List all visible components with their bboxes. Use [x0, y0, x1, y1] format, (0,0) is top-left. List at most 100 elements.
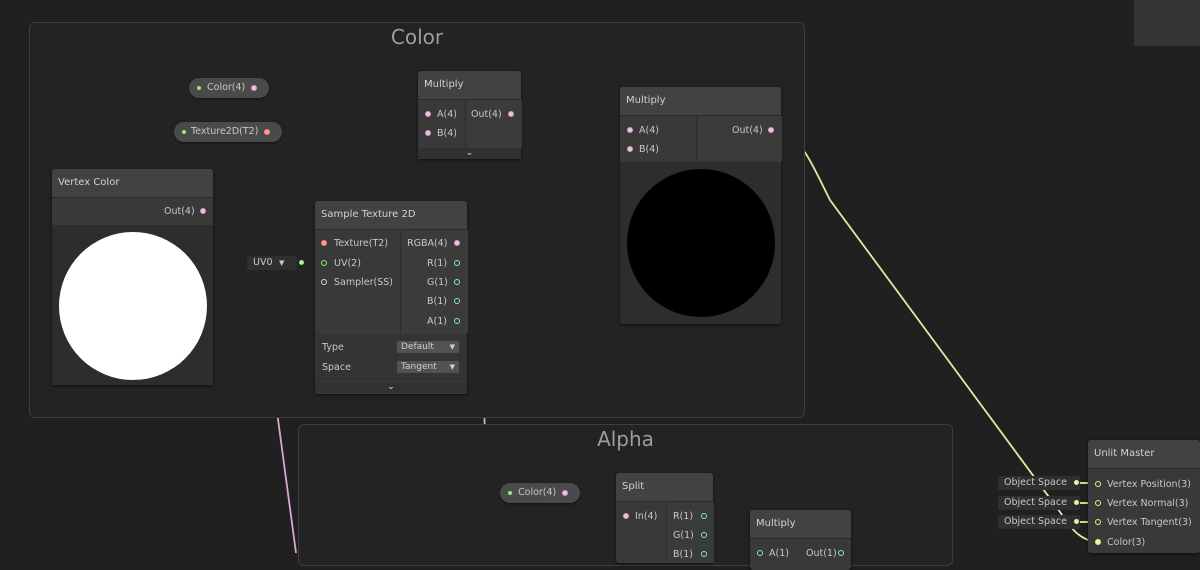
slot3-out-port[interactable]: [1074, 519, 1079, 524]
property-indicator: [197, 86, 201, 90]
multiply3-in-a-port[interactable]: [757, 550, 763, 556]
multiply2-out-label: Out(4): [732, 125, 763, 136]
uv-in-port[interactable]: [321, 260, 327, 266]
group-alpha-title: Alpha: [597, 427, 654, 451]
split-r-label: R(1): [673, 511, 694, 522]
vertex-tangent-space-slot[interactable]: Object Space: [998, 515, 1080, 529]
rgba-out-label: RGBA(4): [407, 238, 448, 249]
multiply1-expand-toggle[interactable]: ⌄: [418, 148, 521, 159]
sample-texture-2d-node[interactable]: Sample Texture 2D Texture(T2) UV(2) Samp…: [315, 201, 468, 394]
space-label: Space: [322, 362, 351, 373]
multiply1-in-a-port[interactable]: [425, 111, 431, 117]
multiply1-out-port[interactable]: [508, 111, 514, 117]
multiply2-in-a-port[interactable]: [627, 127, 633, 133]
property-indicator: [508, 491, 512, 495]
color-alpha-property-node[interactable]: Color(4): [500, 483, 580, 503]
multiply3-out-label: Out(1): [806, 548, 837, 559]
color-in-label: Color(3): [1107, 537, 1146, 548]
vertex-position-space-value: Object Space: [1004, 477, 1067, 488]
slot1-out-port[interactable]: [1074, 480, 1079, 485]
vertex-normal-space-value: Object Space: [1004, 497, 1067, 508]
vertex-position-label: Vertex Position(3): [1107, 479, 1192, 490]
vertex-color-out-port[interactable]: [200, 208, 206, 214]
split-b-label: B(1): [673, 549, 693, 560]
vertex-color-title: Vertex Color: [52, 169, 213, 198]
a-out-port[interactable]: [454, 318, 460, 324]
property-indicator: [182, 130, 186, 134]
split-g-port[interactable]: [701, 532, 707, 538]
chevron-down-icon: ▼: [449, 363, 455, 371]
split-node[interactable]: Split In(4) R(1) G(1) B(1): [616, 473, 714, 563]
color-property-label: Color(4): [207, 82, 246, 93]
split-in-label: In(4): [635, 511, 658, 522]
vertex-color-out-label: Out(4): [164, 206, 195, 217]
uv-slot-out-port[interactable]: [299, 260, 304, 265]
b-out-port[interactable]: [454, 298, 460, 304]
space-dropdown[interactable]: Tangent ▼: [397, 361, 459, 373]
multiply2-out-port[interactable]: [768, 127, 774, 133]
sampler-in-port[interactable]: [321, 279, 327, 285]
multiply-node-2[interactable]: Multiply A(4) B(4) Out(4): [620, 87, 782, 324]
color-property-node[interactable]: Color(4): [189, 78, 269, 98]
multiply2-preview: [620, 162, 781, 324]
texture-in-label: Texture(T2): [334, 238, 389, 249]
multiply1-in-b-port[interactable]: [425, 130, 431, 136]
vertex-tangent-label: Vertex Tangent(3): [1107, 517, 1192, 528]
r-out-port[interactable]: [454, 260, 460, 266]
texture-property-node[interactable]: Texture2D(T2): [174, 122, 282, 142]
color-alpha-property-label: Color(4): [518, 487, 557, 498]
sample-texture-title: Sample Texture 2D: [315, 201, 467, 230]
color-property-out-port[interactable]: [251, 85, 257, 91]
group-color-title: Color: [390, 25, 444, 49]
multiply1-in-b-label: B(4): [437, 128, 457, 139]
vertex-tangent-in-port[interactable]: [1095, 519, 1101, 525]
g-out-label: G(1): [427, 277, 448, 288]
unlit-master-node[interactable]: Unlit Master Vertex Position(3) Vertex N…: [1088, 440, 1200, 553]
color-in-port[interactable]: [1095, 539, 1101, 545]
texture-in-port[interactable]: [321, 240, 327, 246]
g-out-port[interactable]: [454, 279, 460, 285]
vertex-position-space-slot[interactable]: Object Space: [998, 476, 1080, 490]
chevron-down-icon: ▼: [449, 343, 455, 351]
rgba-out-port[interactable]: [454, 240, 460, 246]
color-alpha-out-port[interactable]: [562, 490, 568, 496]
vertex-position-in-port[interactable]: [1095, 481, 1101, 487]
multiply-node-1-title: Multiply: [418, 71, 521, 100]
vertex-normal-in-port[interactable]: [1095, 500, 1101, 506]
split-g-label: G(1): [673, 530, 694, 541]
split-node-title: Split: [616, 473, 713, 502]
multiply1-in-a-label: A(4): [437, 109, 457, 120]
uv-slot-dropdown[interactable]: UV0 ▼: [247, 256, 297, 270]
vertex-color-preview: [52, 225, 213, 385]
sampler-in-label: Sampler(SS): [334, 277, 393, 288]
slot2-out-port[interactable]: [1074, 500, 1079, 505]
split-b-port[interactable]: [701, 551, 707, 557]
multiply-node-3[interactable]: Multiply A(1) Out(1): [750, 510, 851, 570]
vertex-tangent-space-value: Object Space: [1004, 516, 1067, 527]
multiply2-in-b-port[interactable]: [627, 146, 633, 152]
multiply3-out-port[interactable]: [838, 550, 844, 556]
split-in-port[interactable]: [623, 513, 629, 519]
sample-texture-expand-toggle[interactable]: ⌄: [315, 382, 467, 393]
vertex-normal-label: Vertex Normal(3): [1107, 498, 1189, 509]
multiply2-in-a-label: A(4): [639, 125, 659, 136]
vertex-normal-space-slot[interactable]: Object Space: [998, 496, 1080, 510]
b-out-label: B(1): [427, 296, 447, 307]
sample-texture-settings: Type Default ▼ Space Tangent ▼: [315, 334, 467, 381]
multiply2-output-column: [696, 116, 782, 161]
preview-sphere: [59, 232, 207, 380]
multiply-node-1[interactable]: Multiply A(4) B(4) Out(4) ⌄: [418, 71, 522, 159]
multiply3-in-a-label: A(1): [769, 548, 789, 559]
space-dropdown-value: Tangent: [401, 362, 437, 372]
multiply-node-2-title: Multiply: [620, 87, 781, 116]
multiply1-out-label: Out(4): [471, 109, 502, 120]
multiply1-output-column: [465, 100, 522, 147]
vertex-color-node[interactable]: Vertex Color Out(4): [52, 169, 213, 385]
preview-sphere: [627, 169, 775, 317]
type-label: Type: [322, 342, 344, 353]
chevron-down-icon: ▼: [279, 259, 285, 267]
uv-slot-value: UV0: [253, 257, 273, 268]
split-r-port[interactable]: [701, 513, 707, 519]
type-dropdown[interactable]: Default ▼: [397, 341, 459, 353]
texture-property-out-port[interactable]: [264, 129, 270, 135]
